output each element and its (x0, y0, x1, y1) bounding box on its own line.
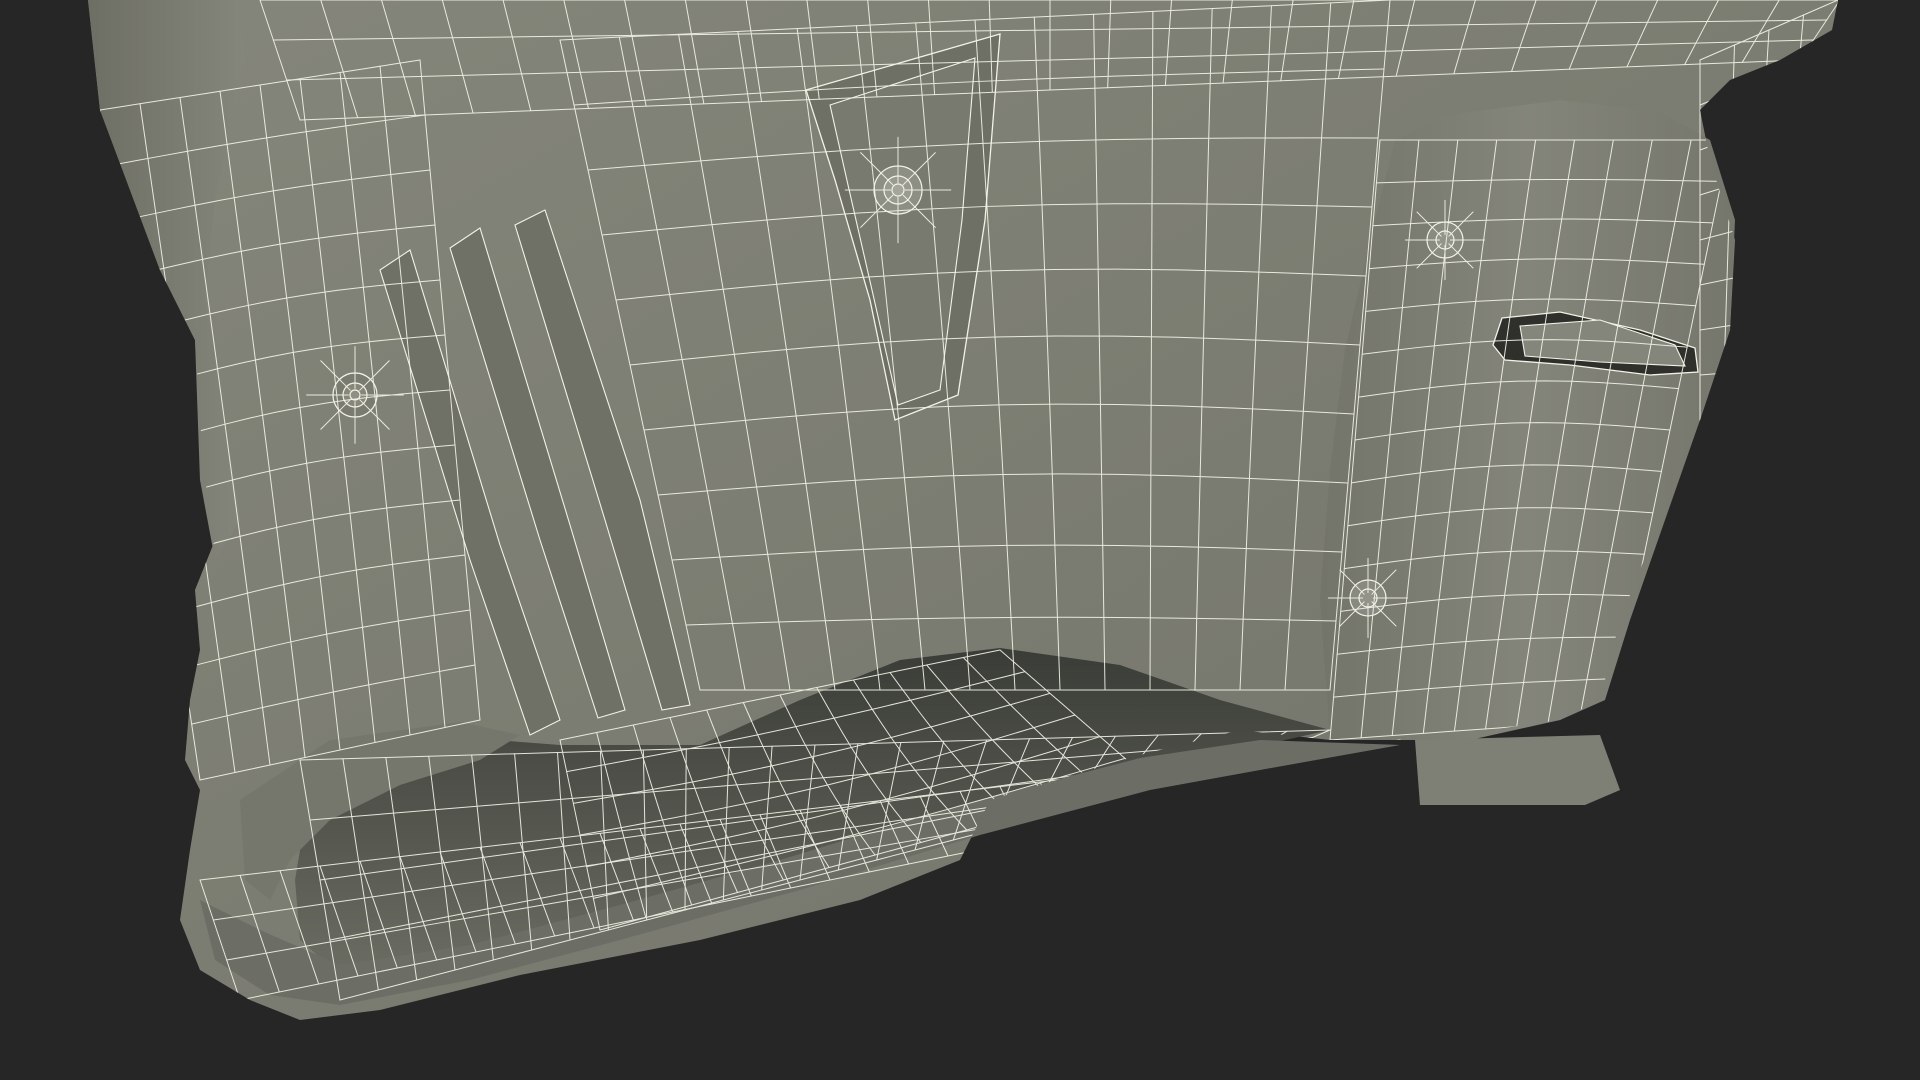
3d-viewport[interactable] (0, 0, 1920, 1080)
pocket-tab (1415, 735, 1620, 805)
wireframe-model (88, 0, 1838, 1020)
